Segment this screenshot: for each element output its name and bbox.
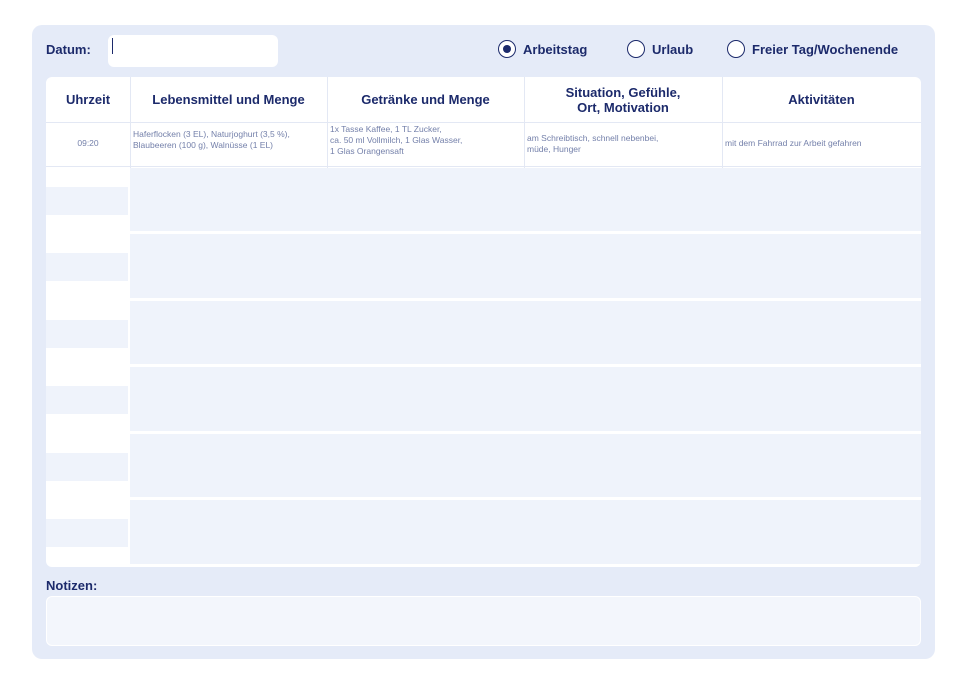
radio-arbeitstag[interactable]: Arbeitstag bbox=[498, 38, 587, 60]
example-time: 09:20 bbox=[46, 123, 130, 167]
column-header: Getränke und Menge bbox=[327, 77, 524, 123]
situation-input[interactable] bbox=[524, 367, 722, 434]
situation-input[interactable] bbox=[524, 500, 722, 567]
notes-input[interactable] bbox=[46, 596, 921, 646]
drinks-input[interactable] bbox=[327, 301, 524, 367]
activities-input[interactable] bbox=[722, 301, 921, 367]
date-label: Datum: bbox=[46, 42, 91, 57]
situation-input[interactable] bbox=[524, 168, 722, 234]
activities-input[interactable] bbox=[722, 168, 921, 234]
radio-label: Arbeitstag bbox=[523, 41, 588, 57]
example-situation: am Schreibtisch, schnell nebenbei, müde,… bbox=[524, 123, 722, 167]
example-drinks: 1x Tasse Kaffee, 1 TL Zucker, ca. 50 ml … bbox=[327, 123, 524, 167]
column-header: Situation, Gefühle, Ort, Motivation bbox=[524, 77, 722, 123]
date-input[interactable] bbox=[108, 35, 278, 67]
time-input[interactable] bbox=[46, 519, 128, 547]
radio-freier-tag[interactable]: Freier Tag/Wochenende bbox=[727, 38, 898, 60]
column-situation: Situation, Gefühle, Ort, Motivation am S… bbox=[524, 77, 723, 567]
drinks-input[interactable] bbox=[327, 234, 524, 301]
time-input[interactable] bbox=[46, 386, 128, 414]
column-header: Aktivitäten bbox=[722, 77, 921, 123]
column-uhrzeit: Uhrzeit 09:20 bbox=[46, 77, 131, 567]
time-input[interactable] bbox=[46, 453, 128, 481]
radio-label: Freier Tag/Wochenende bbox=[752, 41, 899, 57]
radio-selected-icon bbox=[498, 40, 516, 58]
column-aktivitaeten: Aktivitäten mit dem Fahrrad zur Arbeit g… bbox=[722, 77, 921, 567]
activities-input[interactable] bbox=[722, 367, 921, 434]
situation-input[interactable] bbox=[524, 234, 722, 301]
drinks-input[interactable] bbox=[327, 500, 524, 567]
situation-input[interactable] bbox=[524, 434, 722, 500]
drinks-input[interactable] bbox=[327, 434, 524, 500]
food-diary-table: Uhrzeit 09:20 Lebensmittel und Menge Haf… bbox=[46, 77, 921, 567]
food-input[interactable] bbox=[130, 367, 327, 434]
column-lebensmittel: Lebensmittel und Menge Haferflocken (3 E… bbox=[130, 77, 328, 567]
food-input[interactable] bbox=[130, 500, 327, 567]
notes-label: Notizen: bbox=[46, 578, 98, 593]
text-caret bbox=[112, 38, 113, 54]
column-header: Uhrzeit bbox=[46, 77, 130, 123]
time-input[interactable] bbox=[46, 187, 128, 215]
radio-empty-icon bbox=[627, 40, 645, 58]
drinks-input[interactable] bbox=[327, 168, 524, 234]
column-getraenke: Getränke und Menge 1x Tasse Kaffee, 1 TL… bbox=[327, 77, 525, 567]
drinks-input[interactable] bbox=[327, 367, 524, 434]
radio-label: Urlaub bbox=[652, 41, 694, 57]
radio-empty-icon bbox=[727, 40, 745, 58]
radio-urlaub[interactable]: Urlaub bbox=[627, 38, 693, 60]
food-input[interactable] bbox=[130, 234, 327, 301]
activities-input[interactable] bbox=[722, 500, 921, 567]
example-food: Haferflocken (3 EL), Naturjoghurt (3,5 %… bbox=[130, 123, 327, 167]
activities-input[interactable] bbox=[722, 234, 921, 301]
activities-input[interactable] bbox=[722, 434, 921, 500]
example-activities: mit dem Fahrrad zur Arbeit gefahren bbox=[722, 123, 921, 167]
food-input[interactable] bbox=[130, 301, 327, 367]
column-header: Lebensmittel und Menge bbox=[130, 77, 327, 123]
time-input[interactable] bbox=[46, 320, 128, 348]
time-input[interactable] bbox=[46, 253, 128, 281]
food-input[interactable] bbox=[130, 168, 327, 234]
situation-input[interactable] bbox=[524, 301, 722, 367]
food-input[interactable] bbox=[130, 434, 327, 500]
